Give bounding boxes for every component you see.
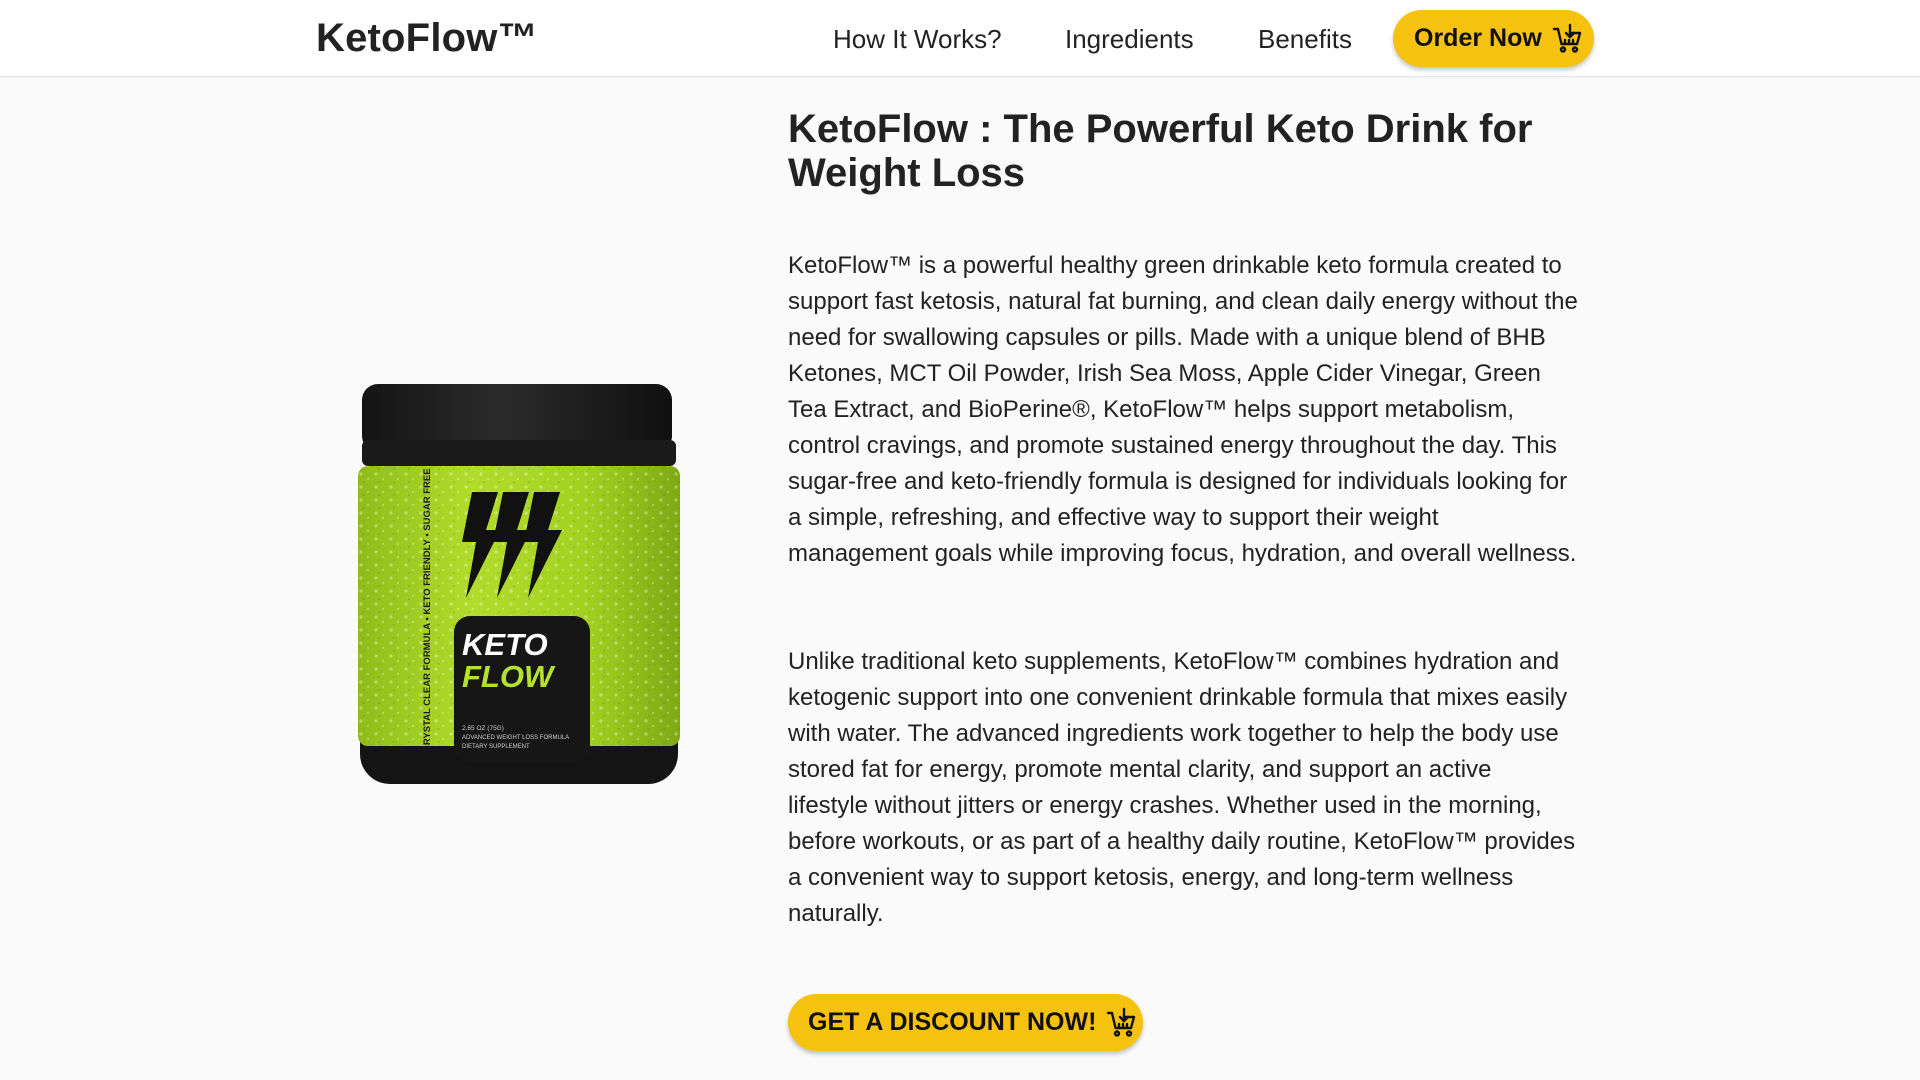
order-now-label: Order Now: [1414, 24, 1542, 52]
nav-link-benefits[interactable]: Benefits: [1258, 24, 1352, 55]
cart-icon: [1552, 23, 1581, 53]
product-jar-image: CRYSTAL CLEAR FORMULA • KETO FRIENDLY • …: [358, 384, 680, 784]
jar-brand-flow: FLOW: [462, 659, 556, 694]
jar-side-text: CRYSTAL CLEAR FORMULA • KETO FRIENDLY • …: [422, 468, 433, 752]
jar-brand-keto: KETO: [462, 627, 548, 662]
nav-link-ingredients[interactable]: Ingredients: [1065, 24, 1194, 55]
page-title: KetoFlow : The Powerful Keto Drink for W…: [788, 107, 1533, 195]
cart-icon: [1107, 1007, 1136, 1037]
jar-type-text: DIETARY SUPPLEMENT: [462, 744, 530, 750]
details-paragraph: Unlike traditional keto supplements, Ket…: [788, 648, 1576, 927]
get-discount-button[interactable]: GET A DISCOUNT NOW!: [788, 994, 1143, 1051]
navbar: KetoFlow™ How It Works? Ingredients Bene…: [0, 0, 1920, 77]
order-now-button[interactable]: Order Now: [1393, 10, 1594, 67]
intro-paragraph: KetoFlow™ is a powerful healthy green dr…: [788, 252, 1578, 567]
brand-logo[interactable]: KetoFlow™: [316, 16, 538, 61]
nav-link-how-it-works[interactable]: How It Works?: [833, 24, 1002, 55]
get-discount-label: GET A DISCOUNT NOW!: [808, 1008, 1097, 1036]
jar-desc-text: ADVANCED WEIGHT LOSS FORMULA: [462, 735, 569, 741]
jar-size-text: 2.65 OZ (75G): [462, 725, 504, 732]
